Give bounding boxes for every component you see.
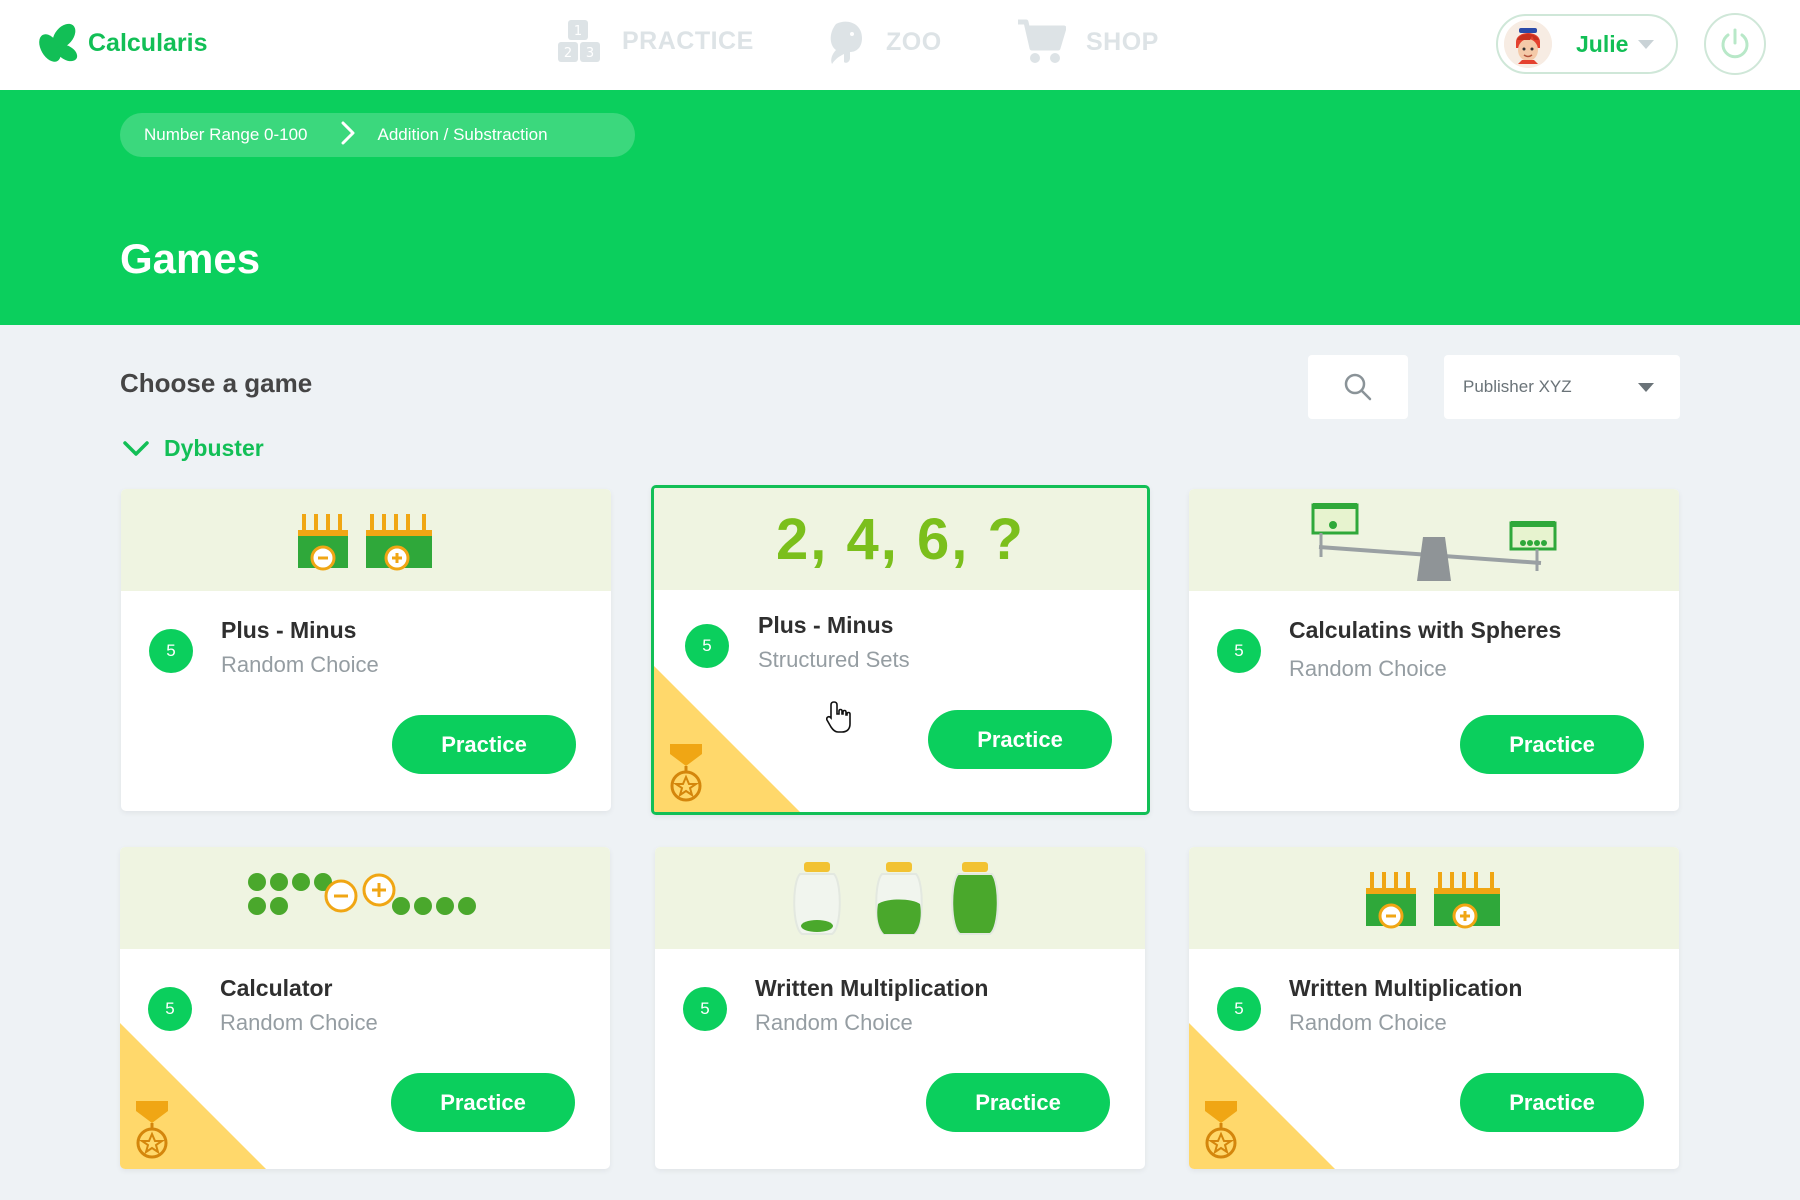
chevron-right-icon — [341, 121, 355, 150]
publisher-select[interactable]: Publisher XYZ — [1444, 355, 1680, 419]
game-title: Calculatins with Spheres — [1289, 617, 1562, 643]
game-title: Plus - Minus — [221, 617, 357, 643]
game-card[interactable]: 5 Written Multiplication Random Choice P… — [1189, 847, 1679, 1169]
level-badge: 5 — [1217, 987, 1261, 1031]
abacus-minus-plus-icon — [298, 514, 432, 571]
card-illustration-area — [1189, 489, 1679, 591]
nav-shop[interactable]: SHOP — [1016, 18, 1159, 66]
nav-practice-label: PRACTICE — [622, 26, 754, 55]
search-icon — [1344, 373, 1372, 401]
balance-scale-icon — [1311, 503, 1557, 581]
user-menu[interactable]: Julie — [1496, 14, 1678, 74]
power-icon — [1721, 28, 1749, 59]
top-navigation-bar: Calcularis 1 2 3 PRACTICE ZOO SHOP Julie — [0, 0, 1800, 90]
game-subtitle: Random Choice — [221, 652, 379, 677]
group-label: Dybuster — [164, 435, 264, 461]
calcularis-logo-icon — [39, 23, 78, 62]
pea-jars-icon — [793, 862, 999, 935]
nav-zoo[interactable]: ZOO — [822, 18, 942, 66]
chevron-down-icon — [1638, 40, 1654, 49]
user-name: Julie — [1576, 30, 1629, 57]
game-card[interactable]: 5 Calculator Random Choice Practice — [120, 847, 610, 1169]
level-badge: 5 — [148, 987, 192, 1031]
level-badge: 5 — [149, 629, 193, 673]
game-card-selected[interactable]: 2, 4, 6, ? 5 Plus - Minus Structured Set… — [651, 485, 1150, 815]
logout-button[interactable] — [1704, 13, 1766, 75]
card-illustration-area — [120, 847, 610, 949]
app-name: Calcularis — [88, 28, 208, 57]
user-avatar-icon — [1504, 20, 1552, 68]
card-illustration-area — [121, 489, 611, 591]
svg-text:3: 3 — [586, 46, 594, 61]
section-title: Choose a game — [120, 368, 313, 398]
chevron-down-icon — [123, 440, 149, 456]
elephant-icon — [830, 21, 862, 64]
breadcrumb-item-addition-substraction[interactable]: Addition / Substraction — [377, 125, 547, 145]
nav-shop-label: SHOP — [1086, 27, 1159, 56]
practice-button[interactable]: Practice — [928, 710, 1112, 769]
game-subtitle: Random Choice — [755, 1010, 913, 1035]
card-illustration-area: 2, 4, 6, ? — [654, 488, 1147, 590]
practice-button[interactable]: Practice — [1460, 1073, 1644, 1132]
group-toggle-dybuster[interactable]: Dybuster — [122, 435, 264, 462]
level-badge: 5 — [1217, 629, 1261, 673]
game-title: Written Multiplication — [755, 975, 989, 1001]
game-subtitle: Random Choice — [1289, 1010, 1447, 1035]
search-button[interactable] — [1308, 355, 1408, 419]
svg-text:1: 1 — [574, 24, 582, 39]
svg-text:2: 2 — [564, 46, 572, 61]
hand-cursor-icon — [826, 701, 851, 733]
medal-corner — [120, 1023, 266, 1169]
avatar — [1504, 20, 1552, 68]
game-title: Calculator — [220, 975, 333, 1001]
game-subtitle: Structured Sets — [758, 647, 910, 672]
game-title: Written Multiplication — [1289, 975, 1523, 1001]
breadcrumb-item-number-range[interactable]: Number Range 0-100 — [144, 125, 307, 145]
practice-button[interactable]: Practice — [926, 1073, 1110, 1132]
number-blocks-icon: 1 2 3 — [558, 20, 600, 62]
practice-button[interactable]: Practice — [1460, 715, 1644, 774]
shopping-cart-icon — [1018, 19, 1066, 63]
card-illustration-area — [1189, 847, 1679, 949]
number-sequence-illustration: 2, 4, 6, ? — [776, 506, 1025, 572]
level-badge: 5 — [683, 987, 727, 1031]
practice-button[interactable]: Practice — [392, 715, 576, 774]
publisher-selected-value: Publisher XYZ — [1463, 377, 1572, 396]
game-subtitle: Random Choice — [220, 1010, 378, 1035]
breadcrumb: Number Range 0-100 Addition / Substracti… — [120, 113, 635, 157]
game-card[interactable]: 5 Written Multiplication Random Choice P… — [655, 847, 1145, 1169]
medal-corner — [654, 666, 800, 812]
level-badge: 5 — [685, 624, 729, 668]
app-logo[interactable]: Calcularis — [34, 20, 208, 66]
nav-zoo-label: ZOO — [886, 27, 942, 56]
page-title: Games — [120, 235, 261, 282]
bead-calculator-icon — [248, 873, 476, 915]
page-header: Number Range 0-100 Addition / Substracti… — [0, 90, 1800, 325]
game-card[interactable]: 5 Plus - Minus Random Choice Practice — [121, 489, 611, 811]
card-illustration-area — [655, 847, 1145, 949]
abacus-minus-plus-icon — [1366, 872, 1500, 929]
practice-button[interactable]: Practice — [391, 1073, 575, 1132]
medal-corner — [1189, 1023, 1335, 1169]
game-title: Plus - Minus — [758, 612, 894, 638]
game-card[interactable]: 5 Calculatins with Spheres Random Choice… — [1189, 489, 1679, 811]
game-subtitle: Random Choice — [1289, 656, 1447, 681]
chevron-down-icon — [1638, 383, 1654, 392]
nav-practice[interactable]: 1 2 3 PRACTICE — [556, 18, 754, 64]
